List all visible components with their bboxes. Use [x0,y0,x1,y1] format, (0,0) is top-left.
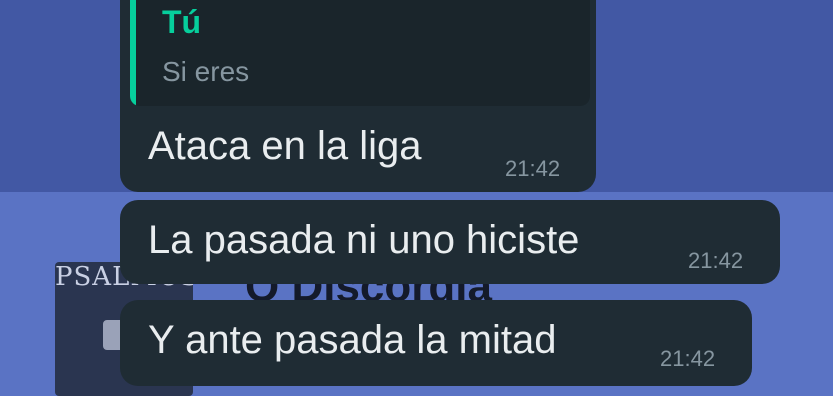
quoted-message[interactable]: Tú Si eres [130,0,590,106]
message-text: La pasada ni uno hiciste [148,218,580,262]
message-bubble-1[interactable]: Tú Si eres Ataca en la liga 21:42 [120,0,596,192]
message-text: Ataca en la liga [148,124,422,168]
message-time: 21:42 [505,156,561,181]
quoted-text: Si eres [162,56,250,87]
message-bubble-3[interactable]: Y ante pasada la mitad 21:42 [120,300,752,386]
message-text: Y ante pasada la mitad [148,318,557,362]
quote-accent-bar [130,0,136,106]
message-bubble-2[interactable]: La pasada ni uno hiciste 21:42 [120,200,780,284]
message-time: 21:42 [688,248,744,273]
message-time: 21:42 [660,346,716,371]
quoted-author: Tú [162,4,202,40]
